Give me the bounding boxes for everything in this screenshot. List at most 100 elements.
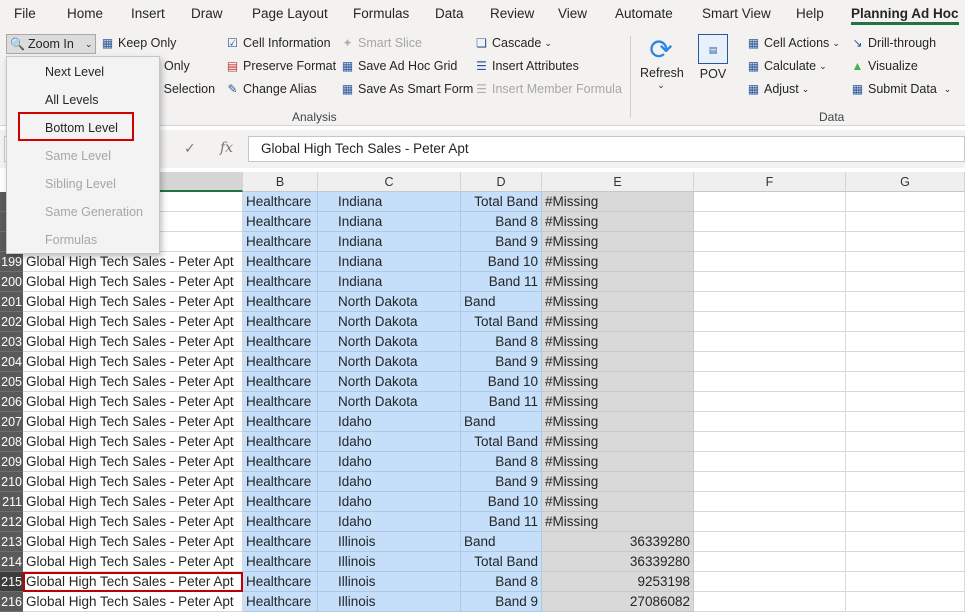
cell-c[interactable]: Idaho <box>318 432 461 452</box>
cell-b[interactable]: Healthcare <box>243 392 318 412</box>
row-header[interactable]: 204 <box>0 352 23 372</box>
cell-e[interactable]: #Missing <box>542 512 694 532</box>
cell-d[interactable]: Band <box>461 412 542 432</box>
menu-item-same-generation[interactable]: Same Generation <box>45 205 143 219</box>
tab-page-layout[interactable]: Page Layout <box>252 6 328 21</box>
cell-a[interactable]: Global High Tech Sales - Peter Apt <box>23 492 243 512</box>
cell-b[interactable]: Healthcare <box>243 312 318 332</box>
cell-e[interactable]: #Missing <box>542 492 694 512</box>
cascade-button[interactable]: ❏ Cascade ⌄ <box>474 36 552 50</box>
menu-item-next-level[interactable]: Next Level <box>45 65 104 79</box>
cell-f[interactable] <box>694 192 846 212</box>
cell-g[interactable] <box>846 352 965 372</box>
cell-e[interactable]: #Missing <box>542 432 694 452</box>
cell-d[interactable]: Total Band <box>461 192 542 212</box>
drill-through-button[interactable]: ↘ Drill-through <box>850 36 936 50</box>
cell-g[interactable] <box>846 272 965 292</box>
cell-e[interactable]: #Missing <box>542 332 694 352</box>
cell-b[interactable]: Healthcare <box>243 452 318 472</box>
row-header[interactable]: 203 <box>0 332 23 352</box>
cell-f[interactable] <box>694 432 846 452</box>
tab-draw[interactable]: Draw <box>191 6 223 21</box>
insert-member-formula-button[interactable]: ☰ Insert Member Formula <box>474 82 622 96</box>
menu-item-sibling-level[interactable]: Sibling Level <box>45 177 116 191</box>
cell-b[interactable]: Healthcare <box>243 372 318 392</box>
cell-g[interactable] <box>846 592 965 612</box>
cell-b[interactable]: Healthcare <box>243 212 318 232</box>
cell-actions-button[interactable]: ▦ Cell Actions ⌄ <box>746 36 840 50</box>
cell-f[interactable] <box>694 572 846 592</box>
cell-a[interactable]: Global High Tech Sales - Peter Apt <box>23 512 243 532</box>
cell-d[interactable]: Band 11 <box>461 392 542 412</box>
cell-f[interactable] <box>694 472 846 492</box>
cell-b[interactable]: Healthcare <box>243 592 318 612</box>
cell-f[interactable] <box>694 452 846 472</box>
cell-f[interactable] <box>694 552 846 572</box>
row-header[interactable]: 213 <box>0 532 23 552</box>
cell-d[interactable]: Band <box>461 532 542 552</box>
cell-b[interactable]: Healthcare <box>243 412 318 432</box>
tab-home[interactable]: Home <box>67 6 103 21</box>
adjust-button[interactable]: ▦ Adjust ⌄ <box>746 82 809 96</box>
cell-d[interactable]: Band 10 <box>461 492 542 512</box>
cell-a[interactable]: Global High Tech Sales - Peter Apt <box>23 432 243 452</box>
formula-input[interactable]: Global High Tech Sales - Peter Apt <box>248 136 965 162</box>
cell-b[interactable]: Healthcare <box>243 272 318 292</box>
row-header[interactable]: 201 <box>0 292 23 312</box>
cell-f[interactable] <box>694 492 846 512</box>
cell-g[interactable] <box>846 232 965 252</box>
cell-c[interactable]: Illinois <box>318 572 461 592</box>
cell-a[interactable]: Global High Tech Sales - Peter Apt <box>23 252 243 272</box>
cell-d[interactable]: Band 9 <box>461 352 542 372</box>
cell-g[interactable] <box>846 332 965 352</box>
cell-c[interactable]: Idaho <box>318 412 461 432</box>
cell-g[interactable] <box>846 192 965 212</box>
cell-e[interactable]: #Missing <box>542 252 694 272</box>
save-ad-hoc-grid-button[interactable]: ▦ Save Ad Hoc Grid <box>340 59 458 73</box>
cell-d[interactable]: Total Band <box>461 552 542 572</box>
cell-e[interactable]: #Missing <box>542 192 694 212</box>
column-header-c[interactable]: C <box>318 172 461 192</box>
cell-c[interactable]: Indiana <box>318 212 461 232</box>
cell-c[interactable]: Idaho <box>318 452 461 472</box>
cell-a[interactable]: Global High Tech Sales - Peter Apt <box>23 332 243 352</box>
cell-g[interactable] <box>846 572 965 592</box>
menu-item-formulas[interactable]: Formulas <box>45 233 97 247</box>
zoom-in-button[interactable]: 🔍 Zoom In ⌄ <box>6 34 96 54</box>
cell-b[interactable]: Healthcare <box>243 192 318 212</box>
keep-only-button[interactable]: ▦ Keep Only <box>100 36 177 50</box>
cell-c[interactable]: Illinois <box>318 592 461 612</box>
cell-f[interactable] <box>694 412 846 432</box>
cell-c[interactable]: North Dakota <box>318 312 461 332</box>
cell-b[interactable]: Healthcare <box>243 572 318 592</box>
cell-e[interactable]: 27086082 <box>542 592 694 612</box>
cell-c[interactable]: North Dakota <box>318 292 461 312</box>
column-header-b[interactable]: B <box>243 172 318 192</box>
cell-e[interactable]: #Missing <box>542 372 694 392</box>
function-icon[interactable]: fx <box>220 140 233 156</box>
row-header[interactable]: 212 <box>0 512 23 532</box>
row-header[interactable]: 215 <box>0 572 23 592</box>
tab-data[interactable]: Data <box>435 6 464 21</box>
row-header[interactable]: 202 <box>0 312 23 332</box>
pov-button[interactable]: ▤ POV <box>694 34 732 81</box>
cell-d[interactable]: Band 8 <box>461 452 542 472</box>
cell-d[interactable]: Total Band <box>461 432 542 452</box>
cell-b[interactable]: Healthcare <box>243 472 318 492</box>
cell-d[interactable]: Band 11 <box>461 272 542 292</box>
tab-file[interactable]: File <box>14 6 36 21</box>
cell-g[interactable] <box>846 452 965 472</box>
cell-f[interactable] <box>694 352 846 372</box>
cell-f[interactable] <box>694 232 846 252</box>
check-icon[interactable]: ✓ <box>184 140 196 157</box>
tab-view[interactable]: View <box>558 6 587 21</box>
tab-planning-ad-hoc[interactable]: Planning Ad Hoc <box>851 6 959 25</box>
cell-f[interactable] <box>694 292 846 312</box>
cell-c[interactable]: Illinois <box>318 552 461 572</box>
cell-c[interactable]: Indiana <box>318 272 461 292</box>
cell-e[interactable]: #Missing <box>542 292 694 312</box>
cell-f[interactable] <box>694 212 846 232</box>
cell-b[interactable]: Healthcare <box>243 292 318 312</box>
cell-g[interactable] <box>846 252 965 272</box>
cell-d[interactable]: Band 9 <box>461 592 542 612</box>
